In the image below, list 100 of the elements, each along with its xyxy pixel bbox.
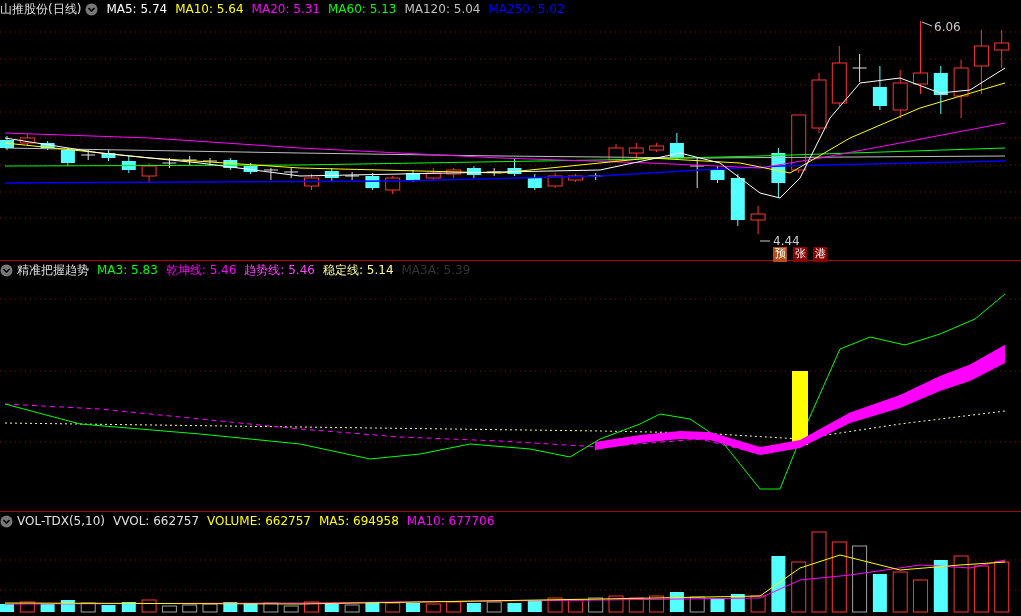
volume-bar	[933, 560, 948, 612]
volume-bar	[60, 600, 75, 612]
volume-bar	[507, 603, 522, 612]
candlestick	[466, 165, 481, 179]
volume-bar	[872, 574, 887, 612]
candlestick	[263, 167, 279, 181]
candlestick	[141, 162, 157, 184]
candlestick	[425, 167, 441, 181]
indicator-value: MA60: 5.13	[328, 1, 397, 18]
candlestick	[121, 155, 136, 174]
indicator-value: MA10: 677706	[406, 513, 495, 530]
volume-bar	[973, 565, 989, 613]
volume-bar	[791, 561, 807, 613]
candlestick	[365, 172, 380, 191]
dropdown-icon[interactable]	[85, 2, 99, 16]
candlestick	[446, 167, 462, 179]
volume-bar	[263, 602, 279, 613]
volume-bar	[141, 599, 157, 613]
indicator-value: 趋势线: 5.46	[244, 262, 315, 279]
volume-bar	[0, 604, 14, 612]
candlestick	[304, 173, 319, 191]
candlestick	[80, 149, 96, 161]
volume-bar	[223, 602, 238, 612]
volume-bar	[831, 541, 847, 613]
volume-bar	[324, 604, 339, 612]
volume-bar	[19, 601, 35, 613]
price-label: 4.44	[773, 234, 800, 248]
candlestick	[101, 149, 116, 162]
indicator-value: VVOL: 662757	[113, 513, 200, 530]
signal-badge: 张	[793, 247, 807, 262]
candlestick	[872, 65, 887, 111]
indicator-value: MA20: 5.31	[251, 1, 320, 18]
volume-bar	[486, 601, 502, 613]
volume-bar	[892, 571, 908, 613]
candlestick	[628, 142, 644, 159]
leader-line	[759, 240, 771, 242]
dropdown-icon[interactable]	[0, 263, 13, 277]
signal-badge: 港	[813, 247, 827, 262]
volume-bar	[344, 604, 360, 613]
candlestick	[892, 69, 908, 119]
panel-title: 山推股份(日线)	[0, 1, 82, 18]
volume-bar	[446, 601, 462, 613]
volume-bar	[304, 601, 319, 613]
indicator-value: 稳定线: 5.14	[322, 262, 394, 279]
leader-line	[921, 21, 933, 27]
volume-bar	[365, 602, 380, 612]
volume-bar	[669, 592, 684, 612]
volume-bar	[40, 604, 55, 612]
candlestick	[283, 167, 299, 179]
volume-bar	[425, 603, 441, 613]
indicator-value: 乾坤线: 5.46	[165, 262, 237, 279]
signal-badge: 预	[773, 247, 787, 262]
indicator-value: MA3: 5.83	[97, 262, 158, 279]
candlestick	[406, 169, 420, 183]
candlestick	[507, 157, 522, 177]
candlestick	[527, 173, 542, 191]
candlestick	[243, 162, 258, 175]
volume-bar	[953, 555, 969, 613]
volume-bar	[283, 605, 299, 613]
volume-bar	[771, 556, 786, 612]
volume-bar	[913, 579, 928, 613]
volume-bar	[852, 545, 868, 613]
candlestick	[730, 173, 745, 227]
volume-bar	[161, 605, 177, 613]
candlestick	[161, 157, 177, 169]
volume-bar	[202, 603, 218, 613]
indicator-value: MA250: 5.02	[488, 1, 565, 18]
panel-title: 精准把握趋势	[17, 262, 89, 279]
candlestick	[547, 172, 563, 189]
indicator-value: VOLUME: 662757	[207, 513, 311, 530]
volume-bar	[101, 605, 116, 612]
candlestick	[750, 205, 766, 235]
candlestick	[19, 133, 35, 146]
candlestick	[40, 140, 55, 151]
candlestick	[385, 175, 401, 195]
candlestick	[0, 135, 14, 151]
candlestick	[953, 59, 969, 119]
volume-bar	[243, 603, 258, 612]
candlestick	[852, 53, 868, 83]
panel-title: VOL-TDX(5,10)	[17, 513, 106, 530]
volume-bar	[466, 603, 481, 612]
volume-bar	[406, 603, 420, 612]
candlestick	[994, 29, 1010, 69]
candlestick	[223, 157, 238, 171]
candlestick	[831, 45, 847, 107]
candlestick	[771, 147, 786, 199]
price-label: 6.06	[934, 20, 961, 34]
indicator-value: MA120: 5.04	[404, 1, 481, 18]
volume-bar	[649, 595, 665, 613]
dropdown-icon[interactable]	[0, 514, 13, 528]
candlestick	[60, 147, 75, 167]
indicator-value: MA10: 5.64	[175, 1, 244, 18]
candlestick	[608, 143, 624, 163]
candlestick	[344, 171, 360, 181]
candlestick	[973, 29, 989, 95]
candlestick	[933, 65, 948, 115]
candlestick	[202, 157, 218, 167]
candlestick	[649, 142, 665, 153]
candlestick	[324, 167, 339, 183]
candlestick	[689, 157, 705, 189]
